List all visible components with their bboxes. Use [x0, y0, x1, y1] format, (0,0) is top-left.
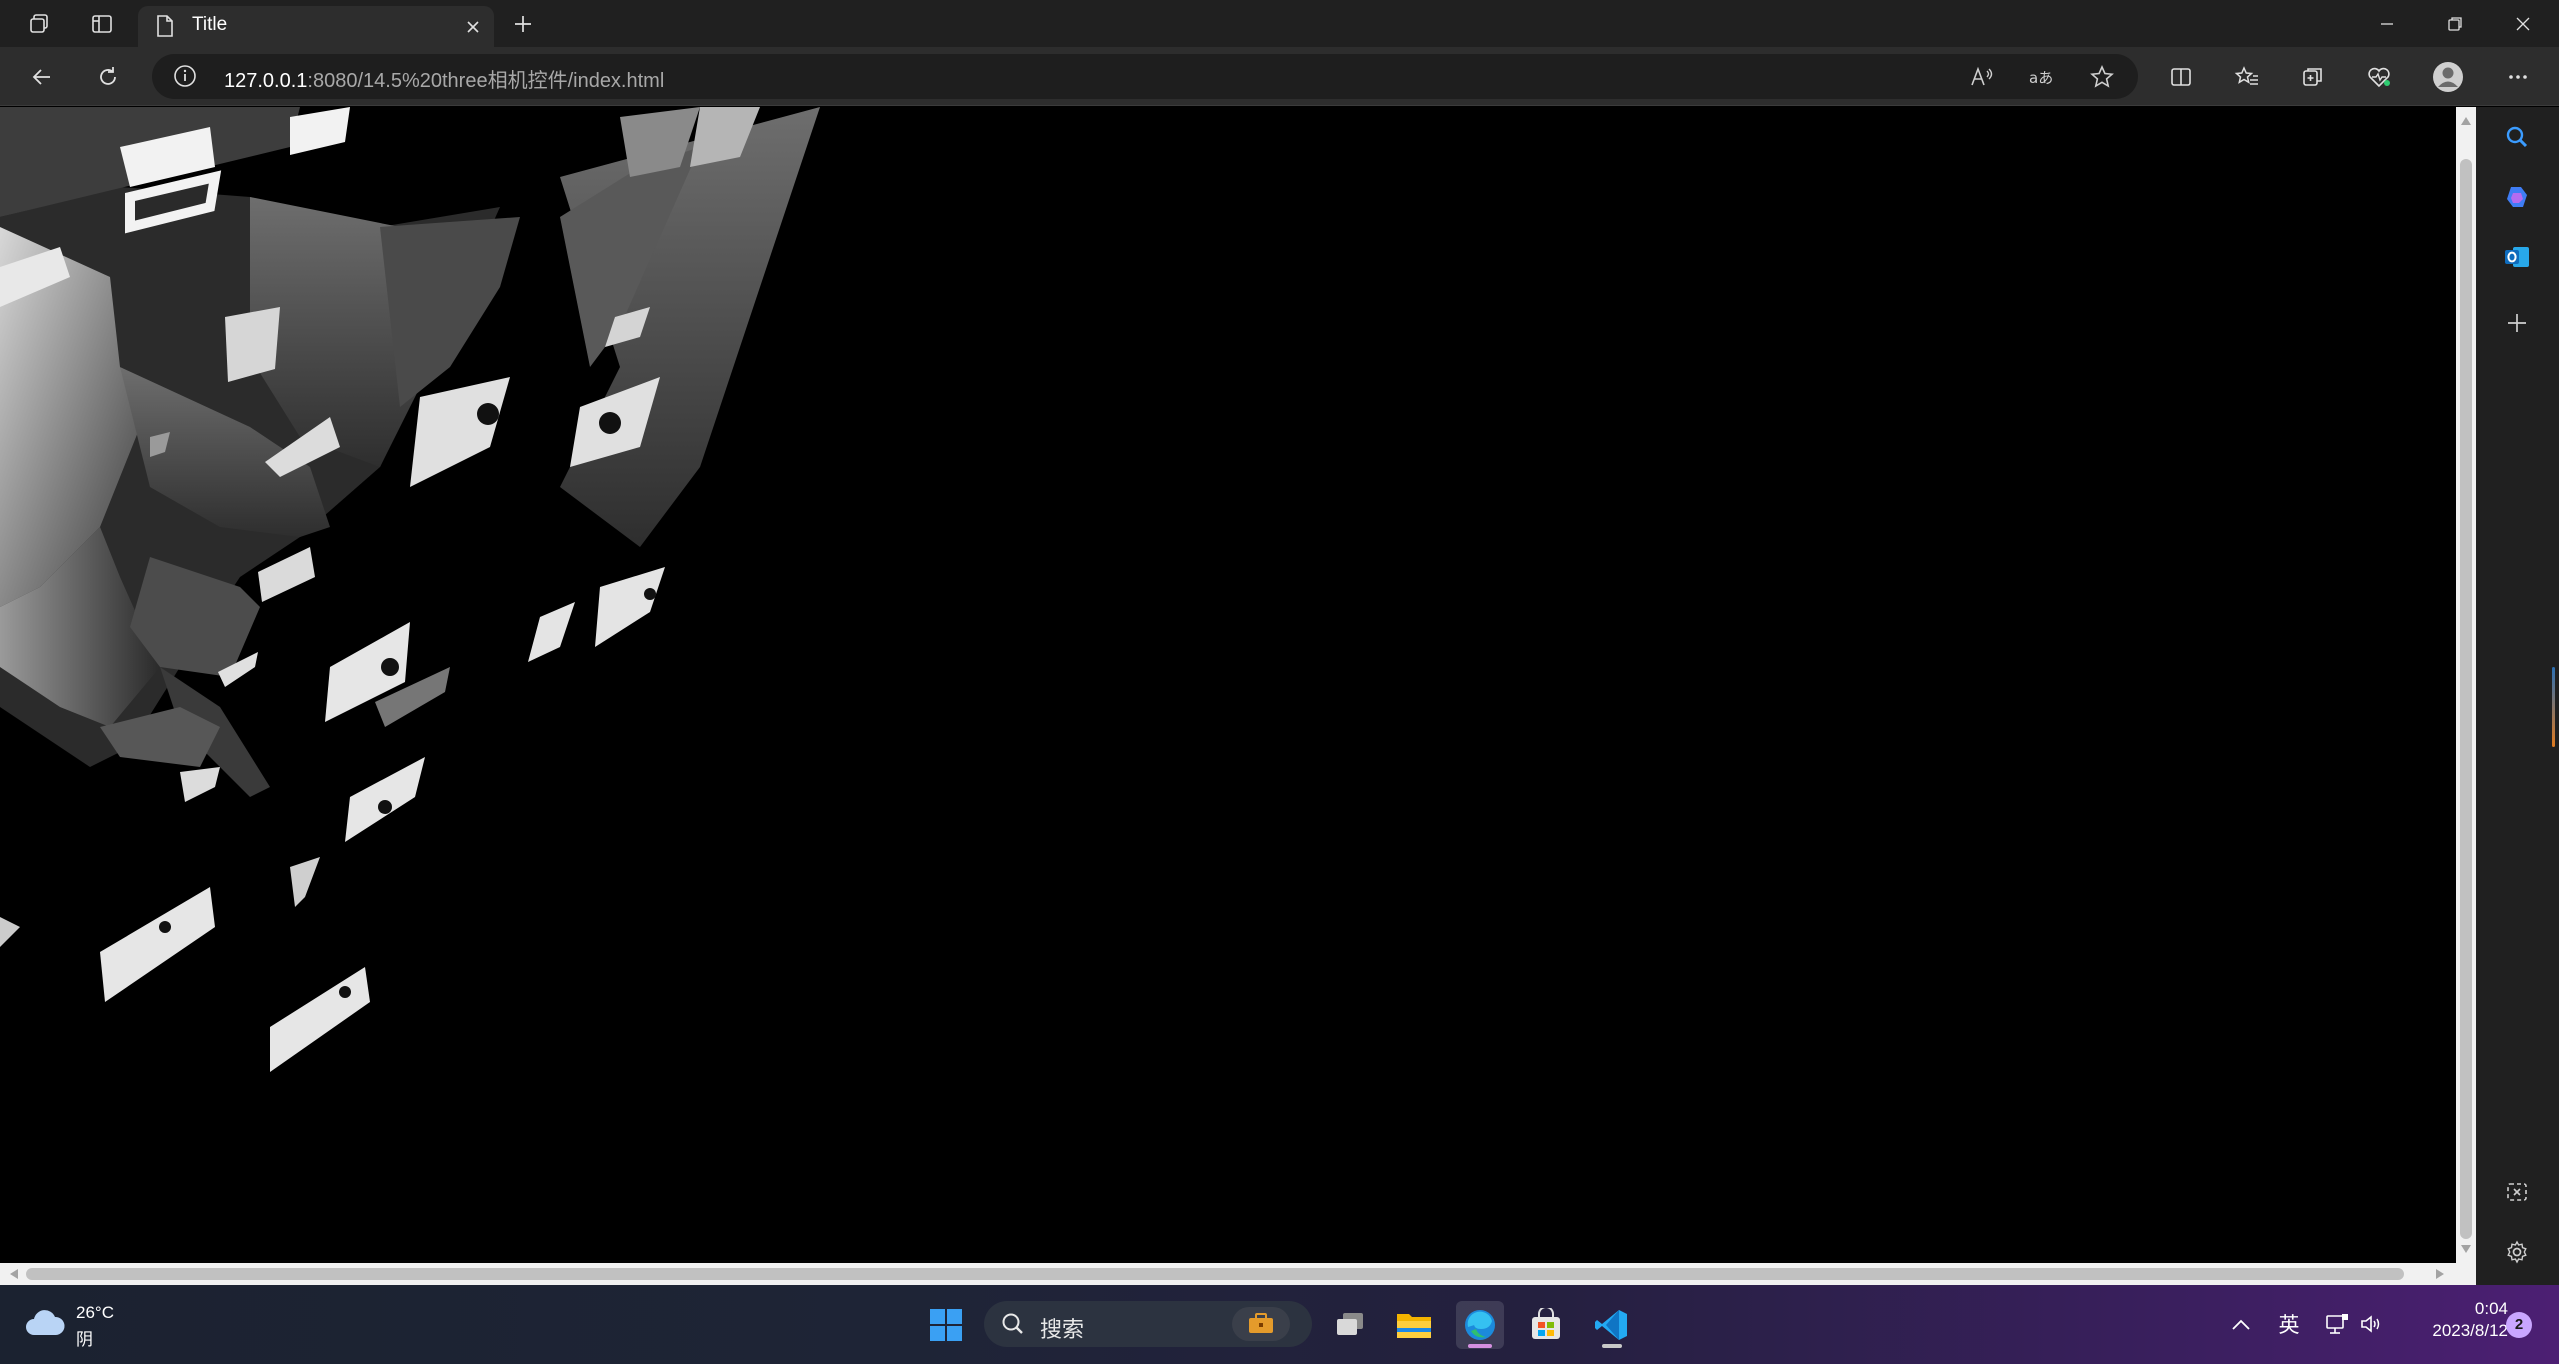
- workspaces-icon[interactable]: [23, 8, 55, 40]
- active-tab[interactable]: Title: [138, 6, 494, 47]
- scroll-left-arrow-icon[interactable]: [4, 1264, 24, 1284]
- translate-icon[interactable]: aあ: [2025, 60, 2059, 94]
- notification-badge[interactable]: 2: [2506, 1312, 2532, 1338]
- task-view-icon[interactable]: [1326, 1301, 1374, 1349]
- taskbar-clock[interactable]: 0:04 2023/8/12: [2396, 1299, 2508, 1341]
- file-explorer-icon[interactable]: [1390, 1301, 1438, 1349]
- tab-title: Title: [192, 14, 228, 35]
- volume-icon[interactable]: [2354, 1307, 2388, 1341]
- widgets-icon[interactable]: [1232, 1307, 1290, 1341]
- horizontal-scrollbar[interactable]: [0, 1263, 2476, 1285]
- favorites-icon[interactable]: [2227, 57, 2267, 97]
- back-icon[interactable]: [22, 57, 62, 97]
- 3d-scene-render: [0, 107, 820, 1072]
- restore-icon[interactable]: [2425, 0, 2485, 47]
- tab-strip: Title: [0, 0, 2559, 47]
- vertical-tabs-icon[interactable]: [86, 8, 118, 40]
- split-screen-icon[interactable]: [2161, 57, 2201, 97]
- weather-cloud-icon: [24, 1307, 66, 1344]
- edge-icon[interactable]: [1456, 1301, 1504, 1349]
- minimize-icon[interactable]: [2357, 0, 2417, 47]
- vscode-icon[interactable]: [1588, 1301, 1636, 1349]
- outlook-icon[interactable]: [2496, 236, 2538, 278]
- refresh-icon[interactable]: [88, 57, 128, 97]
- address-bar[interactable]: 127.0.0.1:8080/14.5%20three相机控件/index.ht…: [152, 54, 2138, 99]
- copilot-icon[interactable]: [2496, 176, 2538, 218]
- weather-temperature: 26°C: [76, 1303, 114, 1322]
- svg-text:aあ: aあ: [2029, 69, 2053, 87]
- url-text[interactable]: 127.0.0.1:8080/14.5%20three相机控件/index.ht…: [224, 64, 664, 93]
- vertical-scrollbar[interactable]: [2456, 107, 2476, 1263]
- search-icon[interactable]: [2496, 116, 2538, 158]
- settings-icon[interactable]: [2496, 1231, 2538, 1273]
- store-icon[interactable]: [1522, 1301, 1570, 1349]
- scroll-right-arrow-icon[interactable]: [2430, 1264, 2450, 1284]
- url-host: 127.0.0.1: [224, 70, 308, 92]
- close-icon[interactable]: [458, 12, 488, 42]
- windows-taskbar: 26°C 阴 搜索 英 0:04 2023/8/12 2: [0, 1285, 2559, 1364]
- taskbar-search-label: 搜索: [1040, 1317, 1085, 1342]
- ime-indicator[interactable]: 英: [2272, 1307, 2306, 1341]
- clock-time: 0:04: [2474, 1299, 2508, 1318]
- edge-sidebar: [2476, 107, 2559, 1285]
- vertical-scroll-thumb[interactable]: [2460, 159, 2472, 1239]
- scroll-down-arrow-icon[interactable]: [2456, 1239, 2476, 1259]
- display-icon[interactable]: [2320, 1307, 2354, 1341]
- horizontal-scroll-thumb[interactable]: [26, 1268, 2404, 1280]
- new-tab-icon[interactable]: [507, 8, 539, 40]
- sidebar-scroll-indicator: [2552, 667, 2555, 747]
- chevron-up-icon[interactable]: [2224, 1307, 2258, 1341]
- info-icon[interactable]: [172, 63, 198, 94]
- add-icon[interactable]: [2496, 302, 2538, 344]
- read-aloud-icon[interactable]: [1965, 60, 1999, 94]
- collections-icon[interactable]: [2293, 57, 2333, 97]
- webgl-canvas[interactable]: [0, 107, 2456, 1263]
- weather-condition: 阴: [76, 1330, 93, 1349]
- browser-essentials-icon[interactable]: [2359, 57, 2399, 97]
- scroll-up-arrow-icon[interactable]: [2456, 111, 2476, 131]
- screenshot-icon[interactable]: [2496, 1171, 2538, 1213]
- running-app-indicator: [1602, 1344, 1622, 1348]
- favorite-star-icon[interactable]: [2085, 60, 2119, 94]
- close-window-icon[interactable]: [2493, 0, 2553, 47]
- url-path: :8080/14.5%20three相机控件/index.html: [307, 70, 665, 92]
- search-icon: [1000, 1311, 1026, 1342]
- start-icon[interactable]: [922, 1301, 970, 1349]
- page-icon: [155, 14, 175, 43]
- taskbar-search-box[interactable]: 搜索: [984, 1301, 1312, 1347]
- active-app-indicator: [1468, 1344, 1492, 1348]
- browser-toolbar: 127.0.0.1:8080/14.5%20three相机控件/index.ht…: [0, 47, 2559, 106]
- clock-date: 2023/8/12: [2432, 1321, 2508, 1340]
- profile-icon[interactable]: [2428, 57, 2468, 97]
- more-icon[interactable]: [2498, 57, 2538, 97]
